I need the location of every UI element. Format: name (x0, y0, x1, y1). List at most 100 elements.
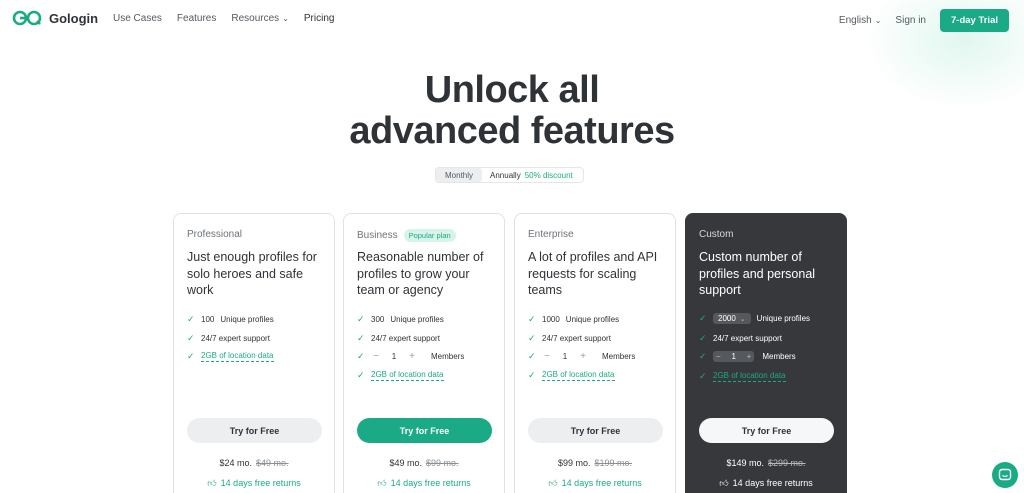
members-stepper: − 1 + (542, 351, 588, 362)
check-icon: ✓ (528, 370, 536, 380)
check-icon: ✓ (699, 351, 707, 361)
minus-icon[interactable]: − (371, 351, 381, 362)
nav-link-features[interactable]: Features (177, 13, 216, 24)
profiles-count: 300 (371, 315, 385, 324)
nav-link-resources[interactable]: Resources ⌄ (231, 13, 289, 24)
check-icon: ✓ (357, 314, 365, 324)
feature-support: ✓ 24/7 expert support (357, 333, 440, 344)
thumbs-up-icon: 👍︎ (719, 478, 729, 488)
check-icon: ✓ (187, 314, 195, 324)
old-price: $49 mo. (256, 458, 289, 468)
returns-label: 14 days free returns (561, 478, 642, 488)
chat-widget-button[interactable] (992, 462, 1018, 488)
check-icon: ✓ (528, 351, 536, 361)
support-label: 24/7 expert support (713, 334, 782, 343)
feature-location: ✓ 2GB of location data (528, 370, 615, 381)
thumbs-up-icon: 👍︎ (377, 478, 387, 488)
nav-links: Use Cases Features Resources ⌄ Pricing (113, 13, 334, 24)
feature-location: ✓ 2GB of location data (187, 351, 274, 362)
try-for-free-button[interactable]: Try for Free (187, 418, 322, 443)
profiles-count: 100 (201, 315, 215, 324)
plus-icon[interactable]: + (578, 351, 588, 362)
members-label: Members (602, 352, 636, 361)
plan-headline: A lot of profiles and API requests for s… (528, 250, 658, 297)
brand-logo[interactable]: Gologin (12, 10, 98, 26)
nav-right: English ⌄ Sign in 7-day Trial (839, 9, 1009, 32)
chat-icon (998, 468, 1012, 481)
members-label: Members (431, 352, 465, 361)
sign-in-link[interactable]: Sign in (895, 15, 926, 26)
feature-location: ✓ 2GB of location data (357, 370, 444, 381)
plan-card-professional: Professional Just enough profiles for so… (173, 213, 335, 493)
price-line: $149 mo. $299 mo. (686, 458, 846, 468)
returns-line: 👍︎ 14 days free returns (515, 478, 675, 489)
feature-members: ✓ − 1 + Members (699, 351, 796, 362)
plan-tier: Business Popular plan (357, 229, 456, 242)
plan-tier: Custom (699, 229, 733, 240)
price-line: $99 mo. $199 mo. (515, 458, 675, 468)
thumbs-up-icon: 👍︎ (548, 478, 558, 488)
plus-icon[interactable]: + (747, 352, 752, 361)
members-count: 1 (562, 352, 568, 361)
trial-button[interactable]: 7-day Trial (940, 9, 1009, 32)
feature-profiles: ✓ 2000 ⌄ Unique profiles (699, 313, 810, 324)
profiles-label: Unique profiles (756, 314, 811, 323)
price: $149 mo. (726, 458, 764, 468)
check-icon: ✓ (357, 370, 365, 380)
location-data-link[interactable]: 2GB of location data (713, 371, 786, 382)
check-icon: ✓ (699, 371, 707, 381)
location-data-link[interactable]: 2GB of location data (201, 351, 274, 362)
feature-support: ✓ 24/7 expert support (699, 333, 782, 344)
minus-icon[interactable]: − (716, 352, 721, 361)
chevron-down-icon: ⌄ (739, 315, 746, 323)
price-line: $24 mo. $49 mo. (174, 458, 334, 468)
try-for-free-button[interactable]: Try for Free (699, 418, 834, 443)
feature-location: ✓ 2GB of location data (699, 371, 786, 382)
gologin-logo-icon (12, 10, 42, 26)
language-selector[interactable]: English ⌄ (839, 15, 882, 26)
try-for-free-button[interactable]: Try for Free (528, 418, 663, 443)
plan-tier-label: Enterprise (528, 229, 574, 240)
plan-tier: Enterprise (528, 229, 574, 240)
feature-members: ✓ − 1 + Members (528, 351, 635, 362)
members-label: Members (762, 352, 796, 361)
plan-tier-label: Business (357, 230, 398, 241)
returns-line: 👍︎ 14 days free returns (686, 478, 846, 489)
support-label: 24/7 expert support (371, 334, 440, 343)
hero-heading: Unlock all advanced features (0, 70, 1024, 152)
check-icon: ✓ (187, 333, 195, 343)
hero-line-2: advanced features (349, 110, 675, 152)
old-price: $199 mo. (594, 458, 633, 468)
nav-link-pricing[interactable]: Pricing (304, 13, 335, 24)
feature-support: ✓ 24/7 expert support (528, 333, 611, 344)
returns-line: 👍︎ 14 days free returns (344, 478, 504, 489)
location-data-link[interactable]: 2GB of location data (542, 370, 615, 381)
members-stepper: − 1 + (713, 351, 755, 362)
location-data-link[interactable]: 2GB of location data (371, 370, 444, 381)
plan-tier-label: Custom (699, 229, 734, 240)
nav-link-use-cases[interactable]: Use Cases (113, 13, 162, 24)
plan-headline: Just enough profiles for solo heroes and… (187, 250, 317, 297)
profiles-select[interactable]: 2000 ⌄ (713, 313, 751, 324)
hero-line-1: Unlock all (424, 69, 600, 111)
minus-icon[interactable]: − (542, 351, 552, 362)
plus-icon[interactable]: + (407, 351, 417, 362)
support-label: 24/7 expert support (201, 334, 270, 343)
returns-label: 14 days free returns (220, 478, 301, 488)
members-stepper: − 1 + (371, 351, 417, 362)
billing-annually-option[interactable]: Annually (482, 171, 525, 180)
old-price: $299 mo. (768, 458, 806, 468)
plan-tier-label: Professional (187, 229, 243, 240)
billing-monthly-option[interactable]: Monthly (436, 168, 483, 182)
chevron-down-icon: ⌄ (874, 16, 882, 25)
feature-profiles: ✓ 100 Unique profiles (187, 314, 274, 325)
price: $99 mo. (557, 458, 591, 468)
top-navigation: Gologin Use Cases Features Resources ⌄ Pr… (0, 0, 1024, 38)
try-for-free-button[interactable]: Try for Free (357, 418, 492, 443)
discount-label: 50% discount (524, 170, 573, 180)
price: $49 mo. (389, 458, 422, 468)
check-icon: ✓ (699, 333, 707, 343)
plan-card-enterprise: Enterprise A lot of profiles and API req… (514, 213, 676, 493)
feature-support: ✓ 24/7 expert support (187, 333, 270, 344)
language-label: English (838, 15, 872, 26)
